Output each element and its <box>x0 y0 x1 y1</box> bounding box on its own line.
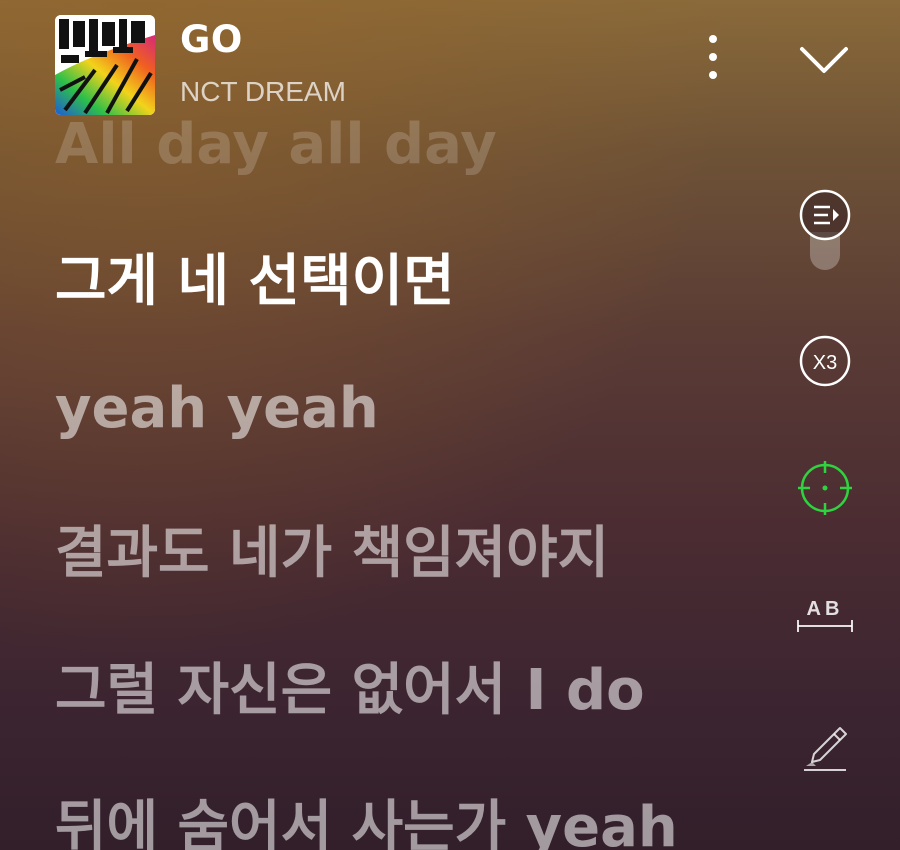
focus-line-button[interactable] <box>790 453 860 523</box>
lyric-line[interactable]: 그럴 자신은 없어서 I do <box>55 645 645 726</box>
lyrics-list-icon <box>799 189 851 241</box>
lyric-line[interactable]: 결과도 네가 책임져야지 <box>55 508 609 589</box>
collapse-button[interactable] <box>796 35 852 85</box>
album-art[interactable] <box>55 15 155 115</box>
ab-repeat-button[interactable] <box>790 580 860 650</box>
player-header: GO NCT DREAM <box>0 0 900 130</box>
album-cover-image <box>55 15 155 115</box>
crosshair-icon <box>798 461 852 515</box>
lyric-line-current[interactable]: 그게 네 선택이면 <box>55 236 455 317</box>
artist-name[interactable]: NCT DREAM <box>180 76 346 108</box>
speed-circle-icon <box>799 335 851 387</box>
highlighter-icon <box>804 727 847 771</box>
more-vertical-icon <box>709 35 717 79</box>
more-options-button[interactable] <box>693 30 733 86</box>
chevron-down-icon <box>800 47 848 73</box>
ab-repeat-bracket-icon <box>797 620 853 632</box>
lyric-line[interactable]: yeah yeah <box>55 376 379 441</box>
lyric-line[interactable]: 뒤에 숨어서 사는가 yeah <box>55 782 678 850</box>
lyrics-side-controls: X3 AB <box>790 180 860 800</box>
lyrics-view-toggle-button[interactable] <box>790 180 860 270</box>
highlight-button[interactable] <box>790 710 860 780</box>
song-title: GO <box>180 18 243 61</box>
speed-button[interactable] <box>790 326 860 396</box>
